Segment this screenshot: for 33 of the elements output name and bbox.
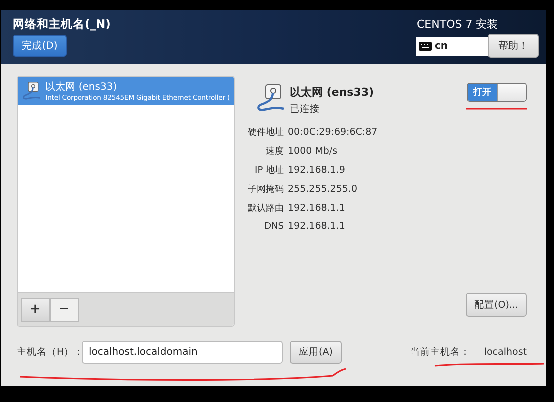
connection-name: 以太网 (ens33): [46, 80, 118, 94]
screen-title: 网络和主机名(_N): [13, 17, 111, 32]
annotation-underline: [466, 108, 527, 110]
property-value: 1000 Mb/s: [288, 146, 339, 157]
apply-button[interactable]: 应用(A): [290, 341, 342, 364]
property-label: 速度: [265, 146, 284, 158]
remove-button[interactable]: −: [50, 298, 79, 322]
product-title: CENTOS 7 安装: [417, 17, 498, 32]
toggle-switch[interactable]: 打开: [467, 83, 527, 102]
help-button[interactable]: 帮助！: [488, 34, 539, 58]
property-label: 默认路由: [248, 202, 284, 215]
property-label: DNS: [264, 222, 284, 232]
property-value: 00:0C:29:69:6C:87: [288, 127, 378, 138]
hostname-label: 主机名（H）：: [17, 346, 82, 359]
keyboard-layout-field[interactable]: cn: [416, 36, 488, 56]
current-hostname-label: 当前主机名：: [410, 346, 470, 359]
property-label: 硬件地址: [248, 126, 284, 139]
property-value: 192.168.1.1: [288, 203, 346, 214]
ethernet-cable-icon: [22, 80, 42, 102]
property-label: 子网掩码: [248, 184, 284, 196]
ethernet-cable-icon: [256, 83, 286, 113]
add-button[interactable]: +: [21, 298, 50, 322]
done-button[interactable]: 完成(D): [13, 35, 67, 57]
keyboard-icon: [419, 42, 432, 50]
property-value: 192.168.1.9: [288, 165, 346, 176]
current-hostname-value: localhost: [484, 347, 527, 358]
property-value: 255.255.255.0: [288, 184, 359, 195]
hostname-field[interactable]: localhost.localdomain: [82, 341, 283, 364]
connection-status: 已连接: [290, 103, 321, 116]
property-label: IP 地址: [254, 164, 284, 177]
property-value: 192.168.1.1: [288, 221, 346, 232]
connection-title: 以太网 (ens33): [290, 85, 376, 100]
configure-button[interactable]: 配置(O)...: [466, 293, 527, 317]
